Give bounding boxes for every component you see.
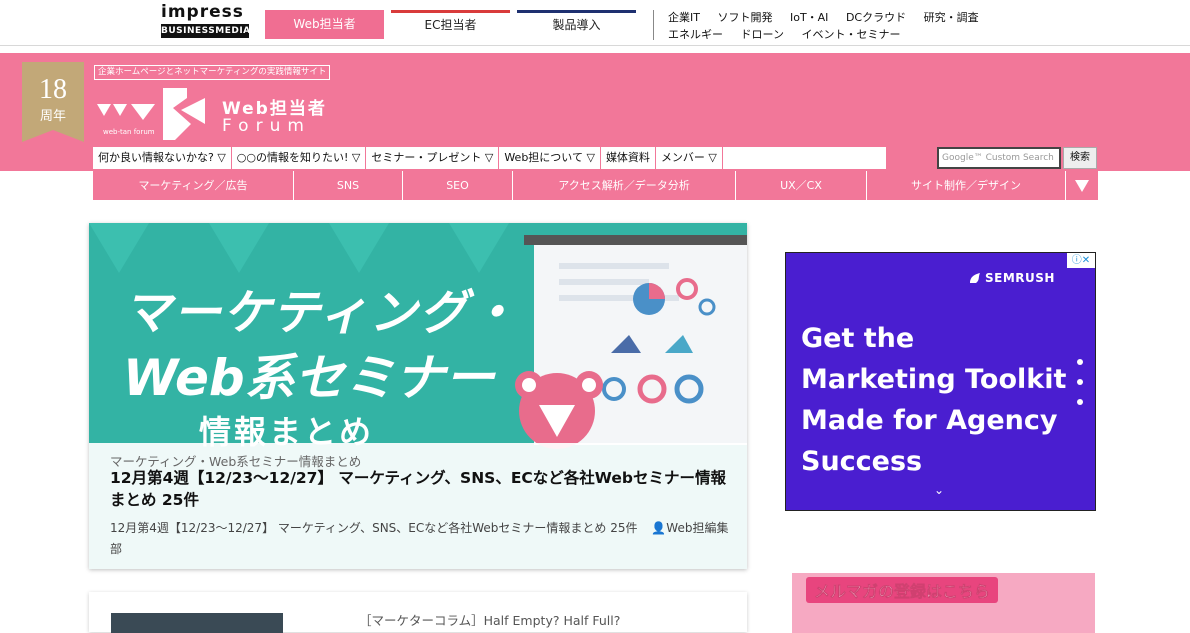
- nav-item-seminar-present[interactable]: セミナー・プレゼント ▽: [366, 147, 500, 169]
- semrush-flame-icon: [970, 273, 980, 283]
- category-site-design[interactable]: サイト制作／デザイン: [867, 171, 1066, 200]
- search-input[interactable]: Google™ Custom Search: [937, 147, 1061, 169]
- main-nav: 何か良い情報ないかな? ▽ ○○の情報を知りたい! ▽ セミナー・プレゼント ▽…: [93, 147, 886, 169]
- article-card[interactable]: ［マーケターコラム］Half Empty? Half Full?: [89, 592, 747, 633]
- ad-choices-icon[interactable]: ⓘ✕: [1067, 253, 1095, 268]
- sidebar-ad[interactable]: ⓘ✕ SEMRUSH Get the Marketing Toolkit Mad…: [785, 252, 1096, 511]
- more-categories-icon[interactable]: [1066, 171, 1098, 200]
- link-dc-cloud[interactable]: DCクラウド: [846, 11, 906, 24]
- badge-suffix: 周年: [40, 109, 66, 124]
- link-iot-ai[interactable]: IoT・AI: [790, 11, 828, 24]
- link-kigyo-it[interactable]: 企業IT: [668, 11, 700, 24]
- category-sns[interactable]: SNS: [294, 171, 403, 200]
- top-divider: [653, 10, 654, 40]
- anniversary-badge: 18 周年: [22, 62, 84, 142]
- article-title[interactable]: ［マーケターコラム］Half Empty? Half Full?: [359, 610, 620, 629]
- tab-ec-tantosha[interactable]: EC担当者: [391, 10, 510, 39]
- category-analytics[interactable]: アクセス解析／データ分析: [513, 171, 736, 200]
- nav-item-good-info[interactable]: 何か良い情報ないかな? ▽: [93, 147, 232, 169]
- nav-item-about[interactable]: Web担について ▽: [499, 147, 601, 169]
- feature-image-text-1: マーケティング・: [123, 285, 520, 341]
- article-thumbnail[interactable]: [111, 613, 283, 633]
- feature-description: 12月第4週【12/23〜12/27】 マーケティング、SNS、ECなど各社We…: [110, 518, 740, 560]
- top-bar: impress BUSINESSMEDIA Web担当者 EC担当者 製品導入 …: [0, 0, 1190, 46]
- category-marketing-ad[interactable]: マーケティング／広告: [93, 171, 294, 200]
- search-button[interactable]: 検索: [1063, 147, 1097, 169]
- newsletter-banner[interactable]: メルマガの登録はこちら: [792, 573, 1095, 633]
- tab-seihin-donyu[interactable]: 製品導入: [517, 10, 636, 39]
- link-kenkyu-chosa[interactable]: 研究・調査: [924, 11, 979, 24]
- logo-small-text: web-tan forum: [103, 128, 155, 136]
- web-tan-logo-icon[interactable]: web-tan forum: [95, 84, 215, 144]
- impress-logo[interactable]: impress BUSINESSMEDIA: [161, 2, 251, 43]
- nav-filler: [723, 147, 886, 169]
- ad-headline: Get the Marketing Toolkit Made for Agenc…: [801, 323, 1067, 477]
- category-ux-cx[interactable]: UX／CX: [736, 171, 867, 200]
- chevron-down-icon[interactable]: ⌄: [934, 483, 944, 497]
- feature-title[interactable]: 12月第4週【12/23〜12/27】 マーケティング、SNS、ECなど各社We…: [110, 467, 735, 511]
- category-nav: マーケティング／広告 SNS SEO アクセス解析／データ分析 UX／CX サイ…: [93, 171, 1098, 200]
- sister-site-links: 企業IT ソフト開発 IoT・AI DCクラウド 研究・調査 エネルギー ドロー…: [668, 9, 993, 43]
- link-energy[interactable]: エネルギー: [668, 28, 723, 41]
- feature-image-text-2: Web系セミナー: [123, 349, 495, 407]
- link-drone[interactable]: ドローン: [741, 28, 784, 41]
- ad-brand: SEMRUSH: [985, 271, 1055, 285]
- author-icon: 👤: [651, 521, 667, 535]
- tab-web-tantosha[interactable]: Web担当者: [265, 10, 384, 39]
- feature-description-text: 12月第4週【12/23〜12/27】 マーケティング、SNS、ECなど各社We…: [110, 521, 638, 535]
- site-tagline: 企業ホームページとネットマーケティングの実践情報サイト: [94, 65, 331, 80]
- nav-item-want-to-know[interactable]: ○○の情報を知りたい! ▽: [232, 147, 367, 169]
- newsletter-label: メルマガの登録はこちら: [806, 577, 999, 603]
- badge-number: 18: [39, 74, 67, 105]
- category-seo[interactable]: SEO: [403, 171, 513, 200]
- logo-forum[interactable]: Forum: [222, 116, 311, 136]
- featured-article-card[interactable]: マーケティング・ Web系セミナー 情報まとめ マーケティング・Web系セミナー…: [89, 223, 747, 569]
- link-soft-kaihatsu[interactable]: ソフト開発: [717, 11, 772, 24]
- impress-wordmark: impress: [161, 2, 244, 22]
- link-event-seminar[interactable]: イベント・セミナー: [801, 28, 900, 41]
- impress-businessmedia: BUSINESSMEDIA: [161, 24, 251, 38]
- nav-item-member[interactable]: メンバー ▽: [656, 147, 723, 169]
- nav-item-media-kit[interactable]: 媒体資料: [601, 147, 656, 169]
